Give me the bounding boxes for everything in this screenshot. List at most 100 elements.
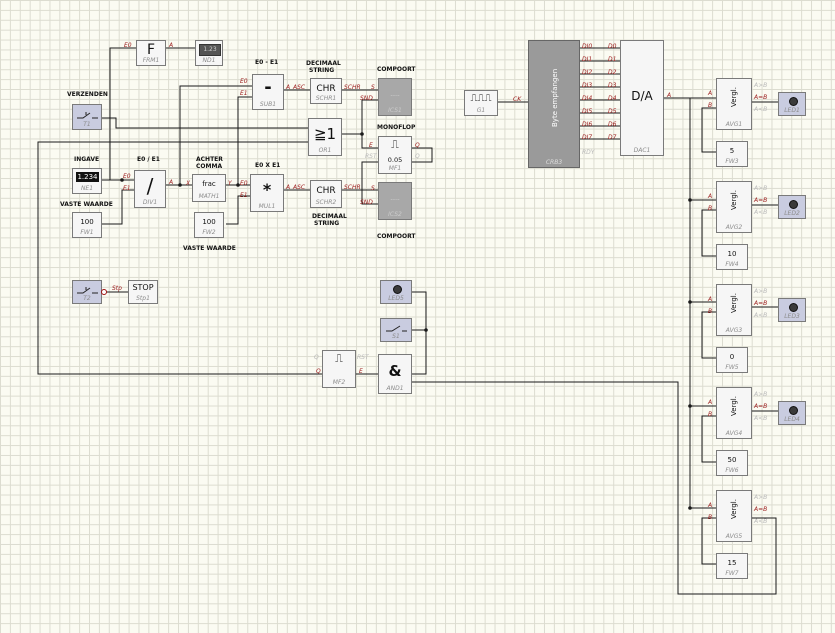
ics1-name: ICS1 — [388, 107, 402, 114]
sub1-block[interactable]: - SUB1 — [252, 74, 284, 110]
fw2-block[interactable]: 100 FW2 — [194, 212, 224, 238]
stp1-block[interactable]: STOP Stp1 — [128, 280, 158, 304]
t2-name: T2 — [83, 295, 91, 302]
math1-block[interactable]: frac MATH1 — [192, 174, 226, 202]
schr2-block[interactable]: CHR SCHR2 — [310, 180, 342, 208]
comparator-name: AVG3 — [725, 327, 743, 334]
t2-stp-pin: Stp — [112, 285, 122, 292]
mf1-value: 0.05 — [387, 156, 403, 164]
mul1-block[interactable]: * MUL1 — [250, 174, 284, 212]
dac1-in-pin-7: D7 — [608, 134, 617, 141]
s1-switch[interactable]: S1 — [380, 318, 412, 342]
led-icon — [789, 97, 798, 106]
fixed-value-fw6[interactable]: 50 FW6 — [716, 450, 748, 476]
schr1-block[interactable]: CHR SCHR1 — [310, 78, 342, 104]
crb3-block[interactable]: Byte empfangen CRB3 — [528, 40, 580, 168]
square-wave-icon: ⎍⎍⎍ — [470, 93, 492, 104]
comparator-avg3[interactable]: Vergl. AVG3 — [716, 284, 752, 336]
crb3-out-pin-4: DI4 — [582, 95, 593, 102]
crb3-out-pin-7: DI7 — [582, 134, 593, 141]
label-vaste-waarde-2: VASTE WAARDE — [183, 245, 236, 252]
frm1-block[interactable]: F FRM1 — [136, 40, 166, 66]
comparator-lt-pin: A<B — [754, 415, 768, 422]
comparator-a-pin: A — [708, 296, 713, 303]
fixed-value-fw3[interactable]: 5 FW3 — [716, 141, 748, 167]
lamp-name: LED4 — [784, 416, 800, 423]
fw1-block[interactable]: 100 FW1 — [72, 212, 102, 238]
t2-pushbutton[interactable]: T2 — [72, 280, 102, 304]
comparator-eq-pin: A=B — [754, 403, 768, 410]
fixed-value-fw5[interactable]: 0 FW5 — [716, 347, 748, 373]
g1-name: G1 — [476, 107, 486, 114]
ics2-name: ICS2 — [388, 211, 402, 218]
fixed-value-text: 5 — [729, 147, 735, 155]
sub1-asc-pin: ASC — [293, 84, 306, 91]
comparator-eq-pin: A=B — [754, 94, 768, 101]
comparator-gt-pin: A>B — [754, 82, 768, 89]
div1-block[interactable]: / DIV1 — [134, 170, 166, 208]
fixed-value-fw4[interactable]: 10 FW4 — [716, 244, 748, 270]
led5-lamp[interactable]: LED5 — [380, 280, 412, 304]
ics1-s-pin: S — [371, 84, 375, 91]
led-icon — [789, 200, 798, 209]
schr1-name: SCHR1 — [315, 95, 337, 102]
stp1-name: Stp1 — [136, 295, 150, 302]
nd1-name: ND1 — [202, 57, 216, 64]
or1-block[interactable]: ≧1 OR1 — [308, 118, 342, 156]
and1-block[interactable]: & AND1 — [378, 354, 412, 394]
comparator-eq-pin: A=B — [754, 197, 768, 204]
mf1-block[interactable]: ⎍ 0.05 MF1 — [378, 136, 412, 174]
crb3-title: Byte empfangen — [551, 68, 559, 127]
comparator-avg1[interactable]: Vergl. AVG1 — [716, 78, 752, 130]
lamp-led1[interactable]: LED1 — [778, 92, 806, 116]
pushbutton-icon — [77, 112, 98, 119]
and1-symbol: & — [388, 362, 402, 380]
and1-name: AND1 — [386, 385, 404, 392]
label-compoort-1: COMPOORT — [377, 66, 416, 73]
crb3-out-pin-0: DI0 — [582, 43, 593, 50]
nd1-block[interactable]: 1.23 ND1 — [195, 40, 223, 66]
div1-e1-pin: E1 — [123, 185, 131, 192]
ne1-display: 1.234 — [76, 172, 99, 182]
ics1-block[interactable]: ..... ICS1 — [378, 78, 412, 116]
ne1-block[interactable]: 1.234 NE1 — [72, 168, 102, 194]
dac1-block[interactable]: D/A DAC1 — [620, 40, 664, 156]
mf1-q-pin: Q — [415, 142, 420, 149]
lamp-name: LED1 — [784, 107, 800, 114]
lamp-led4[interactable]: LED4 — [778, 401, 806, 425]
label-compoort-2: COMPOORT — [377, 233, 416, 240]
lamp-led3[interactable]: LED3 — [778, 298, 806, 322]
div1-name: DIV1 — [142, 199, 158, 206]
ics2-block[interactable]: ..... ICS2 — [378, 182, 412, 220]
g1-generator[interactable]: ⎍⎍⎍ G1 — [464, 90, 498, 116]
comparator-symbol: Vergl. — [730, 190, 738, 210]
dac1-symbol: D/A — [631, 89, 653, 103]
label-decimaal-1: DECIMAAL — [306, 60, 341, 67]
math1-x-pin: X — [186, 180, 191, 187]
comparator-a-pin: A — [708, 399, 713, 406]
comparator-avg5[interactable]: Vergl. AVG5 — [716, 490, 752, 542]
ics1-snd-pin: SND — [360, 95, 373, 102]
fixed-value-name: FW6 — [725, 467, 739, 474]
t1-pushbutton[interactable]: T1 — [72, 104, 102, 130]
label-ingave: INGAVE — [74, 156, 100, 163]
mf2-e-pin: E — [359, 368, 363, 375]
mf1-symbol: ⎍ — [391, 138, 399, 151]
led-icon — [393, 285, 402, 294]
mul1-a-pin: A — [286, 184, 291, 191]
lamp-led2[interactable]: LED2 — [778, 195, 806, 219]
mul1-symbol: * — [262, 180, 272, 199]
schr1-symbol: CHR — [316, 84, 336, 94]
label-monoflop: MONOFLOP — [377, 124, 416, 131]
comparator-avg2[interactable]: Vergl. AVG2 — [716, 181, 752, 233]
schr2-out-pin: SCHR — [344, 184, 361, 191]
fixed-value-fw7[interactable]: 15 FW7 — [716, 553, 748, 579]
comparator-a-pin: A — [708, 90, 713, 97]
comparator-a-pin: A — [708, 502, 713, 509]
comparator-avg4[interactable]: Vergl. AVG4 — [716, 387, 752, 439]
lamp-name: LED2 — [784, 210, 800, 217]
frm1-in-pin: E0 — [124, 42, 132, 49]
mf2-block[interactable]: ⎍ MF2 — [322, 350, 356, 388]
fixed-value-name: FW3 — [725, 158, 739, 165]
sub1-a-pin: A — [286, 84, 291, 91]
